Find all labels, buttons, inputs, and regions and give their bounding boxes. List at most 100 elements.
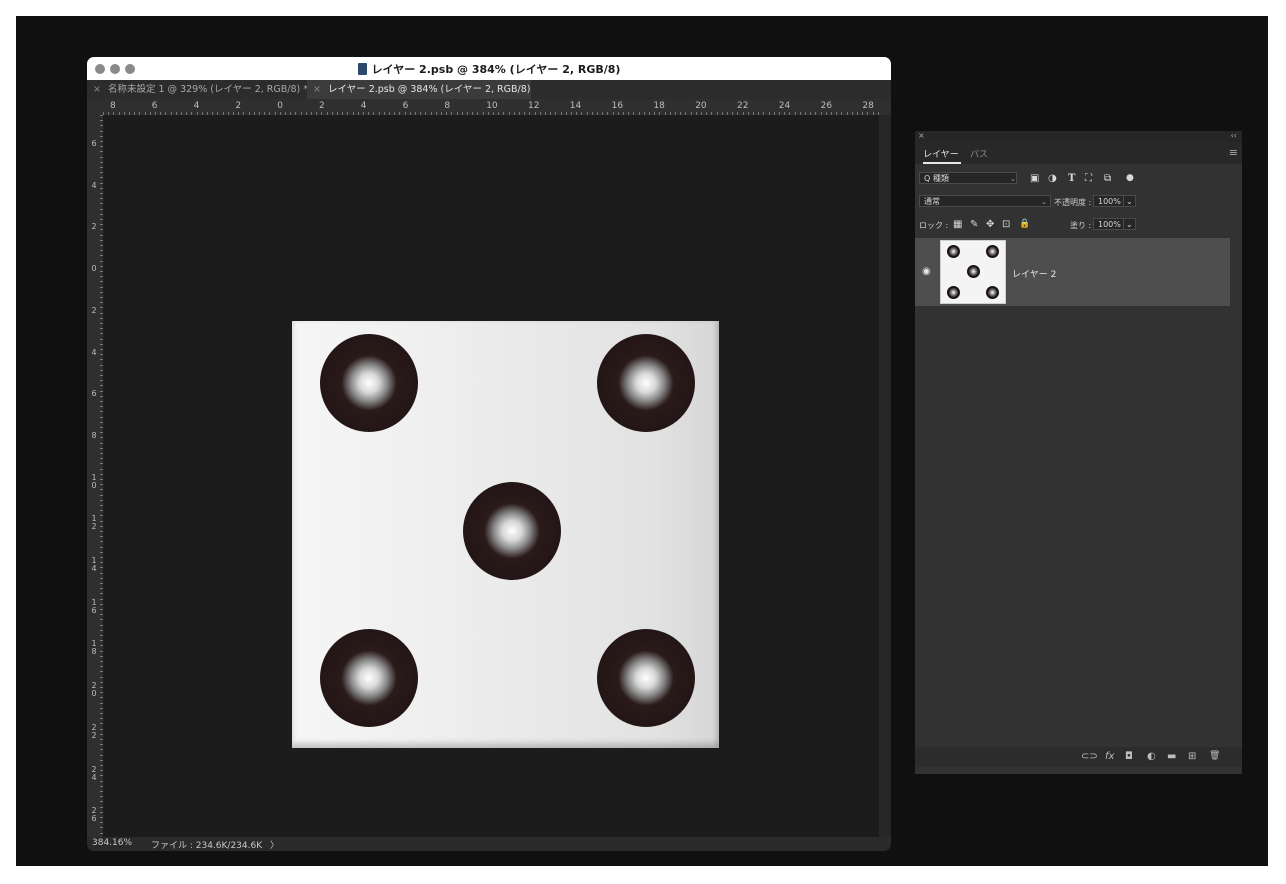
adjustment-layer-filter-icon[interactable]: ◑ bbox=[1048, 173, 1057, 185]
layer-style-fx-icon[interactable]: fx bbox=[1105, 751, 1114, 762]
visibility-eye-icon[interactable]: ◉ bbox=[922, 266, 931, 277]
ruler-tick-label: 2 bbox=[235, 101, 242, 111]
chevron-down-icon: ⌄ bbox=[1010, 175, 1016, 183]
add-mask-icon[interactable]: ◘ bbox=[1125, 751, 1133, 762]
type-layer-filter-icon[interactable]: T bbox=[1068, 173, 1075, 185]
new-group-icon[interactable]: ▬ bbox=[1167, 751, 1176, 762]
panel-header: × ‹‹ bbox=[915, 131, 1242, 142]
dice-pip bbox=[947, 286, 960, 299]
close-panel-icon[interactable]: × bbox=[918, 131, 925, 140]
smart-object-filter-icon[interactable]: ⧉ bbox=[1104, 173, 1111, 185]
chevron-down-icon: ⌄ bbox=[1041, 198, 1047, 206]
layer-name[interactable]: レイヤー 2 bbox=[1012, 267, 1056, 280]
lock-image-pixels-icon[interactable]: ✎ bbox=[970, 219, 978, 231]
filter-row: Q 種類 ⌄ ▣ ◑ T ⛶ ⧉ ● bbox=[915, 172, 1242, 186]
lock-artboard-icon[interactable]: ⊡ bbox=[1002, 219, 1010, 231]
layers-panel: × ‹‹ レイヤー パス ≡ Q 種類 ⌄ ▣ ◑ T ⛶ ⧉ ● 通常 ⌄ 不… bbox=[915, 131, 1242, 774]
tab-layer-2-psb[interactable]: × レイヤー 2.psb @ 384% (レイヤー 2, RGB/8) bbox=[307, 80, 531, 99]
ruler-tick-label: 4 bbox=[360, 101, 367, 111]
ruler-tick-label: 16 bbox=[611, 101, 624, 111]
blend-mode-dropdown[interactable]: 通常 bbox=[919, 195, 1051, 207]
ruler-tick-label: 8 bbox=[110, 101, 116, 111]
ruler-tick-label: 1 6 bbox=[91, 597, 97, 615]
title-bar: レイヤー 2.psb @ 384% (レイヤー 2, RGB/8) bbox=[87, 57, 891, 80]
lock-position-icon[interactable]: ✥ bbox=[986, 219, 994, 231]
shape-layer-filter-icon[interactable]: ⛶ bbox=[1085, 173, 1092, 185]
dice-pip bbox=[986, 286, 999, 299]
ruler-tick-label: 26 bbox=[820, 101, 833, 111]
ruler-tick-label: 28 bbox=[862, 101, 874, 111]
active-tab-indicator bbox=[923, 162, 961, 164]
fill-label: 塗り : bbox=[1070, 221, 1092, 230]
psb-file-icon bbox=[357, 63, 367, 75]
ruler-tick-label: 2 2 bbox=[91, 722, 97, 740]
dice-pip bbox=[947, 245, 960, 258]
link-layers-icon[interactable]: ⊂⊃ bbox=[1081, 751, 1098, 762]
dice-pip bbox=[986, 245, 999, 258]
status-bar: 384.16% ファイル : 234.6K/234.6K 〉 bbox=[87, 837, 891, 851]
fill-dropdown-button[interactable]: ⌄ bbox=[1123, 218, 1136, 230]
document-tab-bar: × 名称未設定 1 @ 329% (レイヤー 2, RGB/8) * × レイヤー … bbox=[87, 80, 891, 99]
canvas-area[interactable] bbox=[103, 115, 879, 837]
zoom-level[interactable]: 384.16% bbox=[92, 838, 132, 848]
layer-row[interactable]: ◉ レイヤー 2 bbox=[915, 238, 1230, 306]
filter-toggle-icon[interactable]: ● bbox=[1126, 172, 1134, 184]
ruler-tick-label: 6 bbox=[402, 101, 409, 111]
dice-pip bbox=[967, 265, 980, 278]
opacity-dropdown-button[interactable]: ⌄ bbox=[1123, 195, 1136, 207]
dice-pip bbox=[597, 334, 695, 432]
lock-transparent-pixels-icon[interactable]: ▦ bbox=[953, 219, 962, 231]
horizontal-ruler[interactable]: 8 6 4 2 0 2 4 6 8 10 12 14 16 18 20 22 24 26 28 bbox=[87, 99, 891, 115]
ruler-tick-label: 2 6 bbox=[91, 806, 97, 824]
ruler-tick-label: 1 4 bbox=[91, 556, 97, 573]
ruler-tick-label: 2 bbox=[91, 222, 97, 232]
tab-layers[interactable]: レイヤー bbox=[923, 147, 959, 160]
collapse-panel-icon[interactable]: ‹‹ bbox=[1231, 131, 1237, 140]
ruler-tick-label: 2 4 bbox=[91, 764, 97, 782]
panel-tabs: レイヤー パス ≡ bbox=[915, 142, 1242, 164]
ruler-tick-label: 1 8 bbox=[91, 639, 97, 657]
window-title: レイヤー 2.psb @ 384% (レイヤー 2, RGB/8) bbox=[87, 61, 891, 77]
ruler-tick-label: 2 bbox=[319, 101, 325, 111]
close-tab-icon[interactable]: × bbox=[313, 84, 321, 95]
ruler-tick-label: 2 bbox=[91, 305, 97, 315]
dice-pip bbox=[320, 334, 418, 432]
tab-paths[interactable]: パス bbox=[970, 147, 988, 160]
adjustment-layer-icon[interactable]: ◐ bbox=[1147, 751, 1156, 762]
panel-menu-icon[interactable]: ≡ bbox=[1229, 146, 1238, 159]
document-window: レイヤー 2.psb @ 384% (レイヤー 2, RGB/8) × 名称未設定… bbox=[87, 57, 891, 851]
ruler-tick-label: 4 bbox=[91, 180, 97, 190]
ruler-tick-label: 2 0 bbox=[91, 681, 97, 699]
ruler-tick-label: 1 2 bbox=[91, 514, 97, 532]
filter-kind-dropdown[interactable]: Q 種類 bbox=[919, 172, 1017, 184]
lock-all-icon[interactable]: 🔒 bbox=[1019, 218, 1030, 230]
ruler-tick-label: 6 bbox=[151, 101, 158, 111]
status-menu-arrow[interactable]: 〉 bbox=[270, 838, 279, 851]
vertical-ruler[interactable]: 6 4 2 0 2 4 6 8 1 0 1 2 1 4 1 6 1 8 2 0 2 2 2 4 2 6 bbox=[87, 115, 103, 837]
ruler-tick-label: 20 bbox=[695, 101, 707, 111]
close-tab-icon[interactable]: × bbox=[93, 84, 101, 95]
ruler-tick-label: 1 0 bbox=[91, 472, 97, 490]
ruler-tick-label: 8 bbox=[91, 430, 97, 440]
ruler-tick-label: 6 bbox=[91, 139, 97, 148]
opacity-label: 不透明度 : bbox=[1054, 198, 1092, 207]
delete-layer-icon[interactable]: 🗑 bbox=[1209, 751, 1220, 761]
blend-row: 通常 ⌄ 不透明度 : 100% ⌄ bbox=[915, 195, 1242, 209]
lock-row: ロック : ▦ ✎ ✥ ⊡ 🔒 塗り : 100% ⌄ bbox=[915, 218, 1242, 232]
ruler-tick-label: 12 bbox=[528, 101, 540, 111]
pixel-layer-filter-icon[interactable]: ▣ bbox=[1030, 173, 1039, 185]
ruler-tick-label: 8 bbox=[444, 101, 451, 111]
new-layer-icon[interactable]: ⊞ bbox=[1188, 751, 1196, 762]
dice-five-image bbox=[292, 321, 719, 748]
ruler-tick-label: 0 bbox=[91, 264, 97, 274]
dice-pip bbox=[320, 629, 418, 727]
vertical-scrollbar[interactable] bbox=[879, 115, 891, 837]
ruler-tick-label: 18 bbox=[653, 101, 665, 111]
ruler-tick-label: 0 bbox=[277, 101, 283, 111]
file-size-info: ファイル : 234.6K/234.6K bbox=[151, 841, 263, 851]
layer-thumbnail[interactable] bbox=[940, 240, 1006, 304]
ruler-tick-label: 22 bbox=[737, 101, 749, 111]
lock-label: ロック : bbox=[919, 221, 949, 230]
ruler-tick-label: 24 bbox=[778, 101, 791, 111]
tab-untitled-1[interactable]: × 名称未設定 1 @ 329% (レイヤー 2, RGB/8) * bbox=[87, 80, 308, 99]
